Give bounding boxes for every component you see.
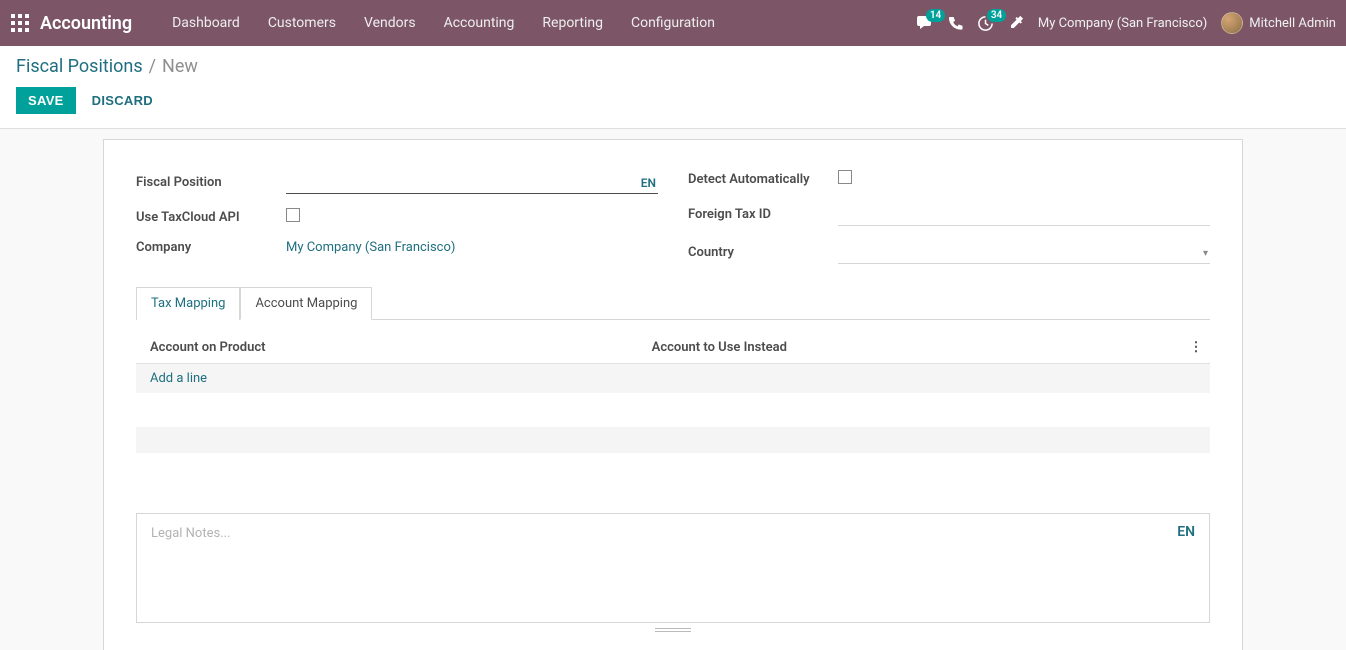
- table-stripe: [136, 427, 1210, 453]
- legal-notes-field[interactable]: Legal Notes... EN: [136, 513, 1210, 623]
- left-column: Fiscal Position EN Use TaxCloud API Comp…: [136, 170, 658, 264]
- app-title[interactable]: Accounting: [40, 13, 132, 34]
- avatar: [1221, 12, 1243, 34]
- resize-handle[interactable]: [136, 625, 1210, 635]
- company-label: Company: [136, 240, 286, 255]
- top-navbar: Accounting Dashboard Customers Vendors A…: [0, 0, 1346, 46]
- form-sheet: Fiscal Position EN Use TaxCloud API Comp…: [103, 139, 1243, 650]
- messages-icon[interactable]: 14: [916, 15, 934, 31]
- nav-accounting[interactable]: Accounting: [430, 0, 529, 46]
- col-account-to-use-instead: Account to Use Instead: [652, 340, 1186, 355]
- use-taxcloud-checkbox[interactable]: [286, 208, 300, 222]
- country-input[interactable]: [838, 240, 1210, 264]
- breadcrumb-current: New: [162, 56, 198, 77]
- tab-tax-mapping[interactable]: Tax Mapping: [136, 287, 240, 320]
- fiscal-position-label: Fiscal Position: [136, 175, 286, 190]
- systray: 14 34 My Company (San Francisco) Mitchel…: [916, 12, 1336, 34]
- discard-button[interactable]: DISCARD: [88, 87, 157, 114]
- tab-account-mapping[interactable]: Account Mapping: [240, 287, 372, 320]
- nav-customers[interactable]: Customers: [254, 0, 350, 46]
- country-label: Country: [688, 245, 838, 260]
- breadcrumb-separator: /: [149, 56, 156, 77]
- debug-icon[interactable]: [1008, 15, 1024, 31]
- activities-badge: 34: [987, 9, 1006, 22]
- foreign-tax-id-label: Foreign Tax ID: [688, 207, 838, 222]
- company-switcher[interactable]: My Company (San Francisco): [1038, 16, 1207, 31]
- legal-notes-placeholder: Legal Notes...: [151, 526, 230, 541]
- kebab-icon[interactable]: ⋮: [1186, 340, 1206, 355]
- user-menu[interactable]: Mitchell Admin: [1221, 12, 1336, 34]
- col-account-on-product: Account on Product: [140, 340, 652, 355]
- nav-menu: Dashboard Customers Vendors Accounting R…: [158, 0, 729, 46]
- nav-vendors[interactable]: Vendors: [350, 0, 430, 46]
- tabs: Tax Mapping Account Mapping: [136, 286, 1210, 320]
- legal-notes-lang[interactable]: EN: [1177, 524, 1195, 540]
- nav-dashboard[interactable]: Dashboard: [158, 0, 254, 46]
- nav-reporting[interactable]: Reporting: [528, 0, 617, 46]
- right-column: Detect Automatically Foreign Tax ID Coun…: [688, 170, 1210, 264]
- user-name: Mitchell Admin: [1249, 16, 1336, 31]
- add-a-line[interactable]: Add a line: [136, 364, 1210, 393]
- chevron-down-icon[interactable]: ▾: [1203, 248, 1208, 259]
- fiscal-position-lang[interactable]: EN: [641, 176, 656, 190]
- detect-auto-checkbox[interactable]: [838, 170, 852, 184]
- breadcrumb-parent[interactable]: Fiscal Positions: [16, 56, 143, 77]
- detect-auto-label: Detect Automatically: [688, 172, 838, 187]
- nav-configuration[interactable]: Configuration: [617, 0, 729, 46]
- phone-icon[interactable]: [948, 16, 963, 31]
- fiscal-position-input[interactable]: [286, 170, 658, 194]
- account-mapping-panel: Account on Product Account to Use Instea…: [136, 332, 1210, 453]
- save-button[interactable]: SAVE: [16, 87, 76, 114]
- foreign-tax-id-input[interactable]: [838, 202, 1210, 226]
- breadcrumb: Fiscal Positions / New: [16, 56, 1330, 77]
- activities-icon[interactable]: 34: [977, 15, 994, 32]
- company-value[interactable]: My Company (San Francisco): [286, 240, 455, 255]
- messages-badge: 14: [926, 9, 945, 22]
- apps-icon[interactable]: [6, 9, 34, 37]
- control-panel: Fiscal Positions / New SAVE DISCARD: [0, 46, 1346, 129]
- use-taxcloud-label: Use TaxCloud API: [136, 210, 286, 225]
